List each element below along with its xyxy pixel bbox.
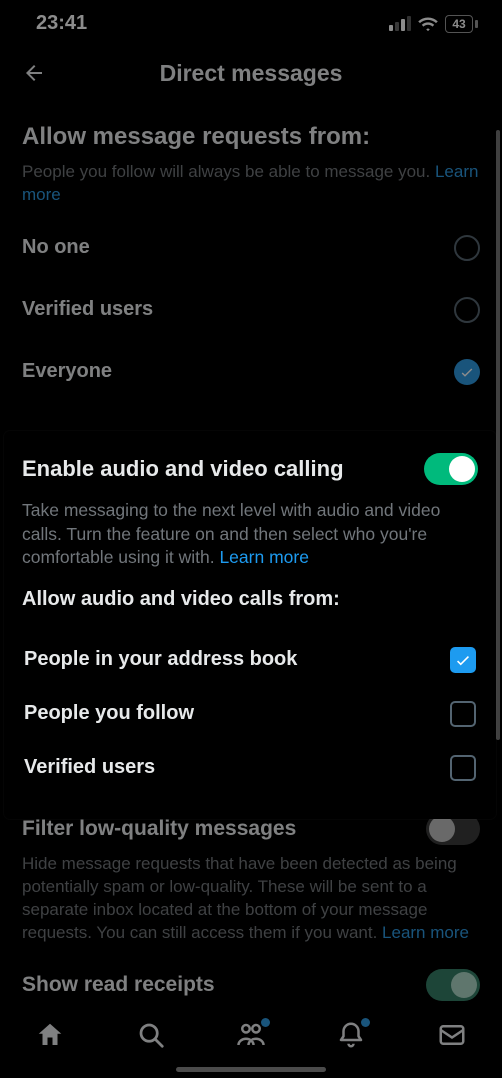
filter-learn-more[interactable]: Learn more bbox=[382, 923, 469, 942]
calls-option-verified[interactable]: Verified users bbox=[22, 741, 478, 795]
option-everyone[interactable]: Everyone bbox=[0, 341, 502, 403]
calling-subheading: Allow audio and video calls from: bbox=[22, 588, 478, 611]
requests-desc: People you follow will always be able to… bbox=[22, 161, 480, 207]
checkbox-follow[interactable] bbox=[450, 701, 476, 727]
calling-settings-panel: Enable audio and video calling Take mess… bbox=[4, 431, 496, 819]
status-time: 23:41 bbox=[36, 12, 87, 35]
filter-desc: Hide message requests that have been det… bbox=[22, 853, 480, 945]
radio-no-one[interactable] bbox=[454, 235, 480, 261]
calls-option-addressbook[interactable]: People in your address book bbox=[22, 633, 478, 687]
requests-heading: Allow message requests from: bbox=[22, 123, 480, 151]
calling-title: Enable audio and video calling bbox=[22, 456, 344, 482]
calling-desc: Take messaging to the next level with au… bbox=[22, 499, 478, 570]
tab-communities[interactable] bbox=[236, 1020, 266, 1050]
wifi-icon bbox=[417, 16, 439, 32]
tab-search[interactable] bbox=[136, 1020, 166, 1050]
receipts-toggle[interactable] bbox=[426, 969, 480, 1001]
filter-title: Filter low-quality messages bbox=[22, 817, 296, 841]
calling-toggle[interactable] bbox=[424, 453, 478, 485]
home-indicator bbox=[176, 1067, 326, 1072]
status-bar: 23:41 43 bbox=[0, 0, 502, 41]
scrollbar[interactable] bbox=[496, 130, 500, 740]
calling-learn-more[interactable]: Learn more bbox=[219, 547, 309, 567]
notification-dot-icon bbox=[261, 1018, 270, 1027]
tab-home[interactable] bbox=[35, 1020, 65, 1050]
cell-signal-icon bbox=[389, 16, 411, 31]
checkbox-addressbook[interactable] bbox=[450, 647, 476, 673]
option-no-one[interactable]: No one bbox=[0, 217, 502, 279]
checkbox-verified[interactable] bbox=[450, 755, 476, 781]
radio-verified[interactable] bbox=[454, 297, 480, 323]
receipts-title: Show read receipts bbox=[22, 973, 215, 997]
battery-indicator: 43 bbox=[445, 15, 478, 33]
page-title: Direct messages bbox=[20, 60, 482, 87]
calls-option-follow[interactable]: People you follow bbox=[22, 687, 478, 741]
tab-notifications[interactable] bbox=[336, 1020, 366, 1050]
radio-everyone[interactable] bbox=[454, 359, 480, 385]
tab-messages[interactable] bbox=[437, 1020, 467, 1050]
option-verified[interactable]: Verified users bbox=[0, 279, 502, 341]
notification-dot-icon bbox=[361, 1018, 370, 1027]
